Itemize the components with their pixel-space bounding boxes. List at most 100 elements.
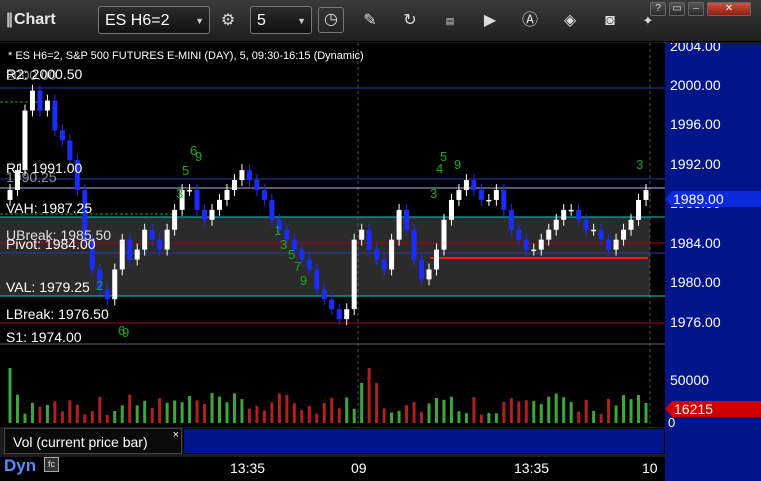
volume-bar <box>150 407 154 423</box>
symbol-selector[interactable]: ES H6=2 ▼ <box>98 6 210 34</box>
volume-bar <box>277 393 281 423</box>
chart-header: * ES H6=2, S&P 500 FUTURES E-MINI (DAY),… <box>8 50 364 62</box>
restore-button[interactable]: ▭ <box>669 2 685 16</box>
volume-bar <box>180 402 184 423</box>
volume-bar <box>210 393 214 423</box>
volume-bar <box>434 397 438 423</box>
minimize-button[interactable]: – <box>688 2 704 16</box>
vah-label: VAH: 1987.25 <box>6 200 92 216</box>
r1-hidden-label: 1990.25 <box>6 169 57 185</box>
candle-body <box>433 249 439 270</box>
candle-body <box>591 229 597 232</box>
candle-body <box>149 229 155 240</box>
volume-bar <box>487 413 491 423</box>
candle-body <box>628 219 634 230</box>
svg-text:9: 9 <box>300 273 307 288</box>
volume-bar <box>345 397 349 423</box>
svg-text:9: 9 <box>454 157 461 172</box>
svg-text:9: 9 <box>195 149 202 164</box>
candle-body <box>583 219 589 230</box>
volume-bar <box>390 412 394 423</box>
volume-bar <box>554 393 558 423</box>
mode-toggle-icon[interactable]: fc <box>44 457 59 472</box>
candle-body <box>351 239 357 310</box>
candle-body <box>172 209 178 230</box>
price-tick: 1992.00 <box>670 156 721 172</box>
svg-text:3: 3 <box>430 186 437 201</box>
chart-area[interactable]: * ES H6=2, S&P 500 FUTURES E-MINI (DAY),… <box>0 43 761 481</box>
volume-bar <box>23 413 27 423</box>
camera-icon[interactable]: ◙ <box>600 11 620 31</box>
volume-bar <box>83 414 87 423</box>
get-icon[interactable]: ▤ <box>440 11 460 31</box>
candle-body <box>508 209 514 230</box>
volume-bar <box>75 404 79 423</box>
volume-bar <box>412 401 416 423</box>
candle-body <box>426 269 432 280</box>
close-icon[interactable]: × <box>173 429 179 441</box>
volume-bar <box>322 402 326 423</box>
settings-gear-icon[interactable]: ⚙ <box>218 11 238 31</box>
candle-body <box>501 190 507 210</box>
clock-icon[interactable]: ◷ <box>318 7 344 33</box>
candle-body <box>239 170 245 181</box>
volume-bar <box>472 397 476 423</box>
candle-body <box>164 229 170 250</box>
volume-bar <box>165 402 169 423</box>
volume-bar <box>427 403 431 423</box>
candle-body <box>7 190 13 200</box>
volume-bar <box>285 394 289 423</box>
svg-text:2: 2 <box>96 278 103 293</box>
svg-text:9: 9 <box>122 325 129 340</box>
volume-bar <box>420 412 424 423</box>
candle-body <box>194 190 200 210</box>
text-icon[interactable]: Ⓐ <box>520 11 540 31</box>
candle-body <box>381 259 387 270</box>
candle-body <box>246 170 252 181</box>
volume-bar <box>375 383 379 423</box>
help-button[interactable]: ? <box>650 2 666 16</box>
candle-body <box>516 229 522 240</box>
volume-bar <box>15 394 19 423</box>
interval-selector[interactable]: 5 ▼ <box>250 6 312 34</box>
play-icon[interactable]: ▶ <box>480 11 500 31</box>
candle-body <box>306 259 312 270</box>
svg-text:1: 1 <box>274 223 281 238</box>
price-chart[interactable]: * ES H6=2, S&P 500 FUTURES E-MINI (DAY),… <box>0 43 761 481</box>
candle-body <box>389 239 395 270</box>
svg-text:4: 4 <box>436 161 443 176</box>
tag-icon[interactable]: ◈ <box>560 11 580 31</box>
volume-bar <box>292 403 296 423</box>
dynamic-mode-label[interactable]: Dyn <box>4 456 36 476</box>
volume-bar <box>143 400 147 423</box>
candle-body <box>59 130 65 141</box>
volume-bar <box>38 406 42 423</box>
svg-text:3: 3 <box>176 186 183 201</box>
volume-bar <box>188 395 192 423</box>
candle-body <box>396 209 402 240</box>
pencil-icon[interactable]: ✎ <box>360 11 380 31</box>
refresh-icon[interactable]: ↻ <box>400 11 420 31</box>
close-button[interactable]: ✕ <box>707 2 751 16</box>
volume-bar <box>517 401 521 423</box>
candle-body <box>531 249 537 252</box>
candle-body <box>374 249 380 260</box>
candle-body <box>112 269 118 300</box>
volume-bar <box>105 414 109 423</box>
candle-body <box>448 199 454 220</box>
indicator-tab[interactable]: Vol (current price bar) × <box>4 428 182 454</box>
candle-body <box>254 180 260 190</box>
price-tick: 1976.00 <box>670 314 721 330</box>
time-tick: 09 <box>351 460 367 476</box>
volume-bar <box>98 396 102 423</box>
candle-body <box>553 219 559 230</box>
candle-body <box>568 209 574 212</box>
candle-body <box>478 190 484 200</box>
logo-icon: || <box>6 11 13 28</box>
candle-body <box>261 190 267 200</box>
volume-bar <box>599 414 603 423</box>
candle-body <box>493 190 499 200</box>
price-tick: 1996.00 <box>670 116 721 132</box>
candle-body <box>67 140 73 161</box>
val-label: VAL: 1979.25 <box>6 279 90 295</box>
